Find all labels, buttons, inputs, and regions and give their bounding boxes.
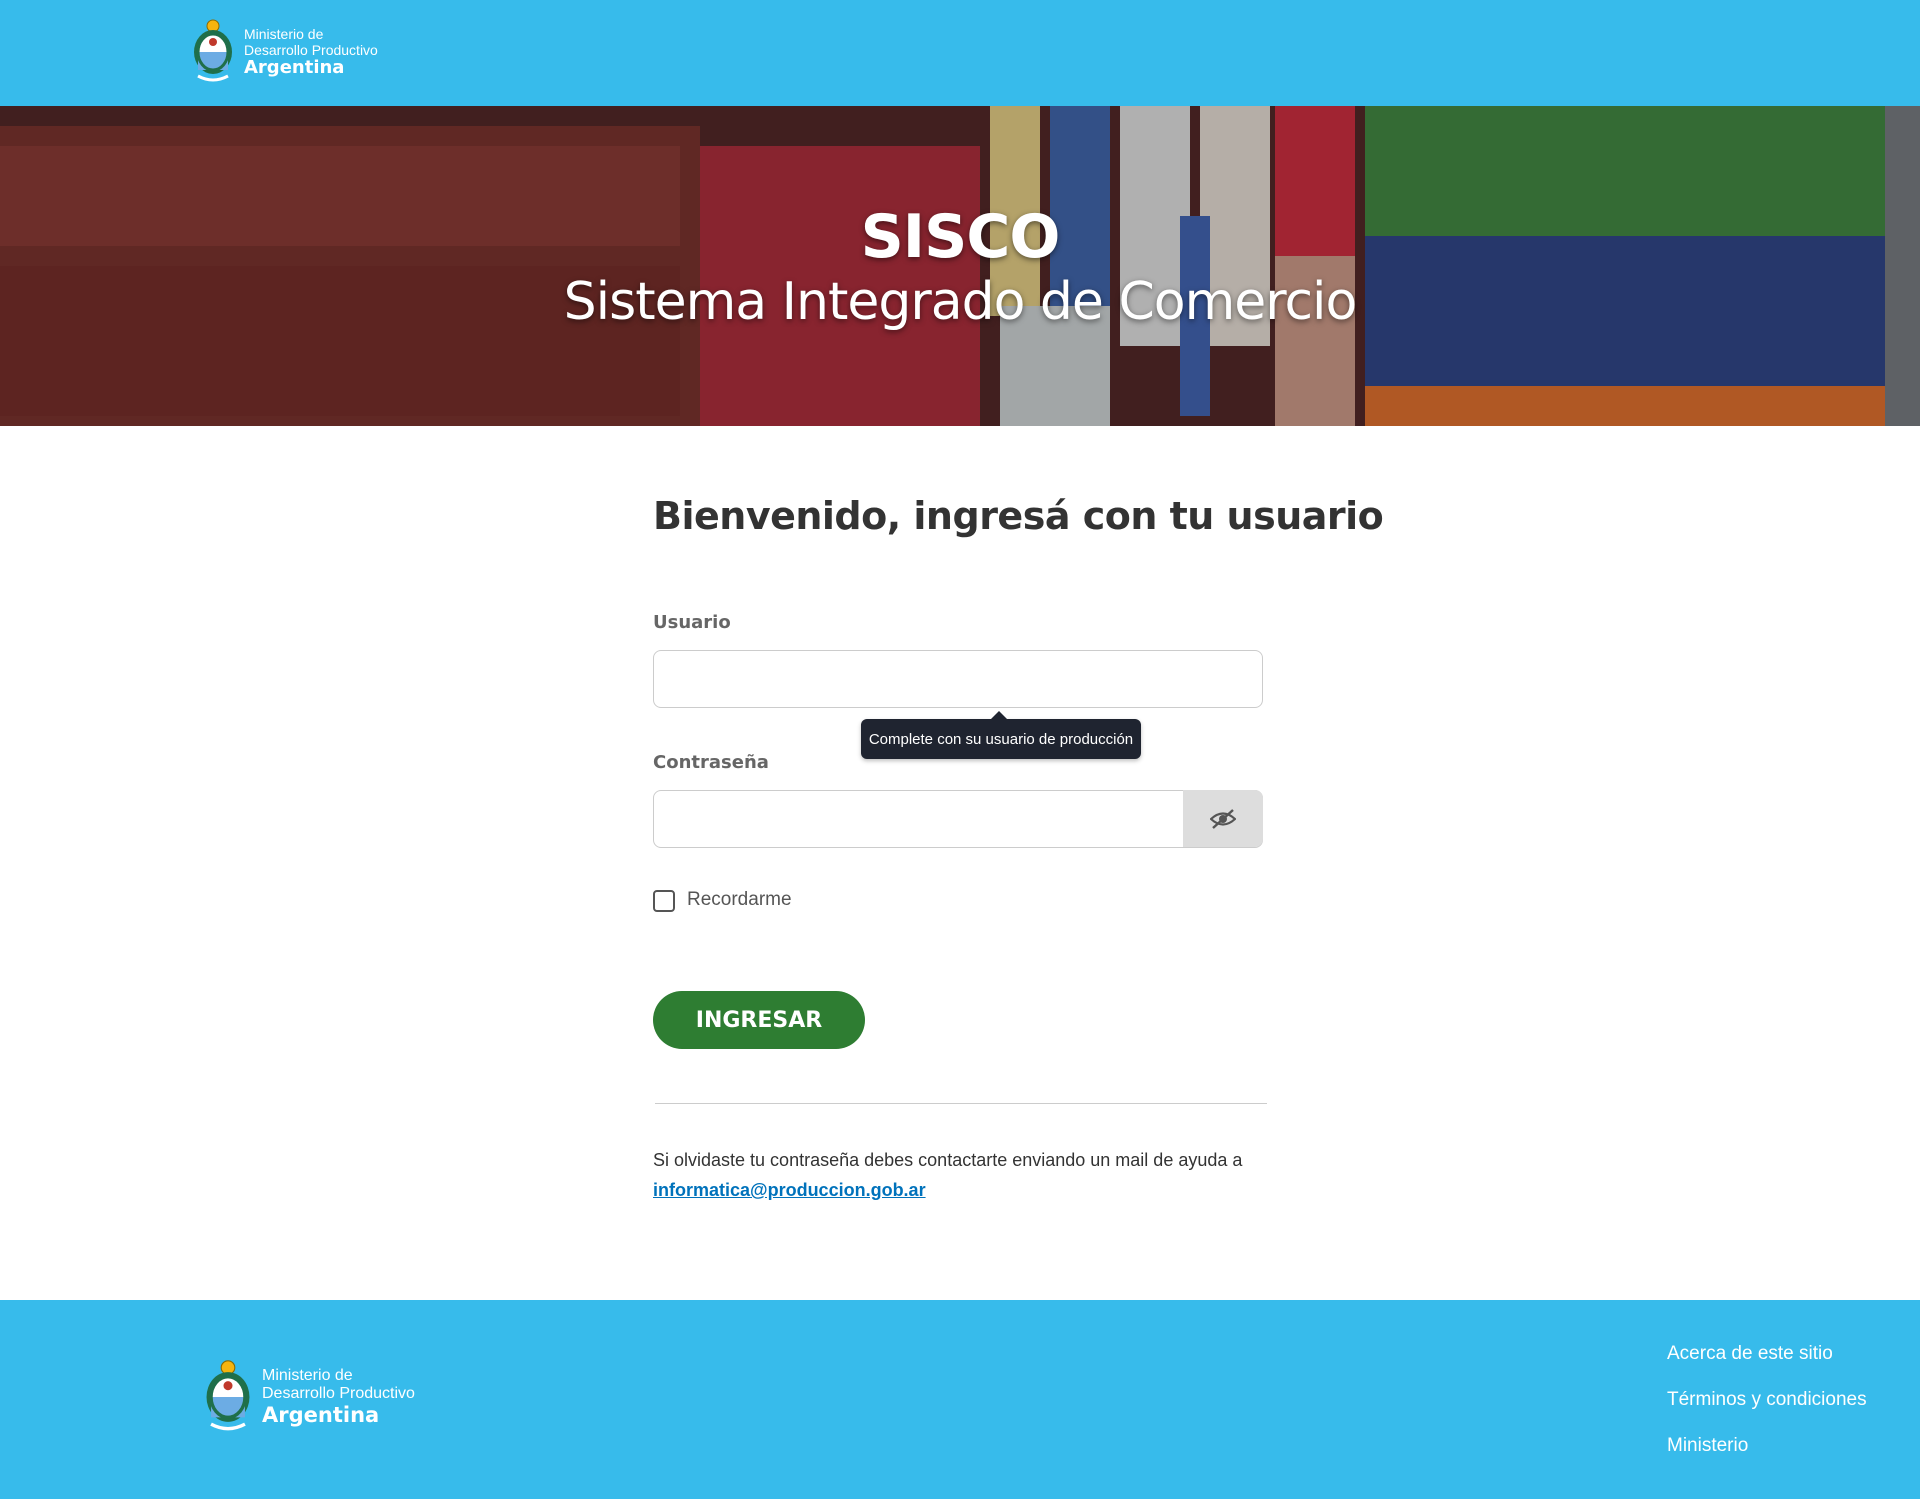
remember-me-checkbox[interactable] [653,890,675,912]
form-divider [655,1103,1267,1104]
help-email-link[interactable]: informatica@produccion.gob.ar [653,1180,926,1200]
coat-of-arms-icon [194,19,232,82]
footer-link-about[interactable]: Acerca de este sitio [1667,1340,1867,1367]
logo-line-3: Argentina [244,56,345,78]
password-input[interactable] [653,790,1263,848]
logo-line-2: Desarrollo Productivo [244,41,378,58]
footer-ministry-logo[interactable]: Ministerio de Desarrollo Productivo Arge… [202,1358,415,1436]
help-text: Si olvidaste tu contraseña debes contact… [653,1150,1243,1170]
password-help-text: Si olvidaste tu contraseña debes contact… [653,1145,1273,1205]
toggle-password-visibility-button[interactable] [1183,790,1263,847]
hero-title: SISCO [860,202,1061,272]
logo-line-1: Ministerio de [244,25,324,42]
footer-link-terms[interactable]: Términos y condiciones [1667,1386,1867,1413]
coat-of-arms-icon [206,1360,250,1431]
ministry-logo[interactable]: Ministerio de Desarrollo Productivo Arge… [190,18,378,86]
hero-banner: SISCO Sistema Integrado de Comercio [0,106,1920,426]
eye-slash-icon [1210,808,1236,829]
login-button[interactable]: INGRESAR [653,991,865,1049]
footer-logo-line-2: Desarrollo Productivo [262,1384,415,1402]
footer-logo-line-3: Argentina [262,1403,380,1428]
username-tooltip: Complete con su usuario de producción [861,711,1141,759]
username-label: Usuario [653,612,731,633]
footer: Ministerio de Desarrollo Productivo Arge… [0,1300,1920,1499]
footer-links: Acerca de este sitio Términos y condicio… [1667,1340,1867,1459]
remember-me-label[interactable]: Recordarme [687,889,792,911]
username-input[interactable] [653,650,1263,708]
footer-link-ministry[interactable]: Ministerio [1667,1432,1867,1459]
welcome-heading: Bienvenido, ingresá con tu usuario [653,494,1384,538]
password-label: Contraseña [653,752,769,773]
footer-logo-line-1: Ministerio de [262,1366,353,1384]
top-header: Ministerio de Desarrollo Productivo Arge… [0,0,1920,106]
hero-subtitle: Sistema Integrado de Comercio [563,272,1358,332]
